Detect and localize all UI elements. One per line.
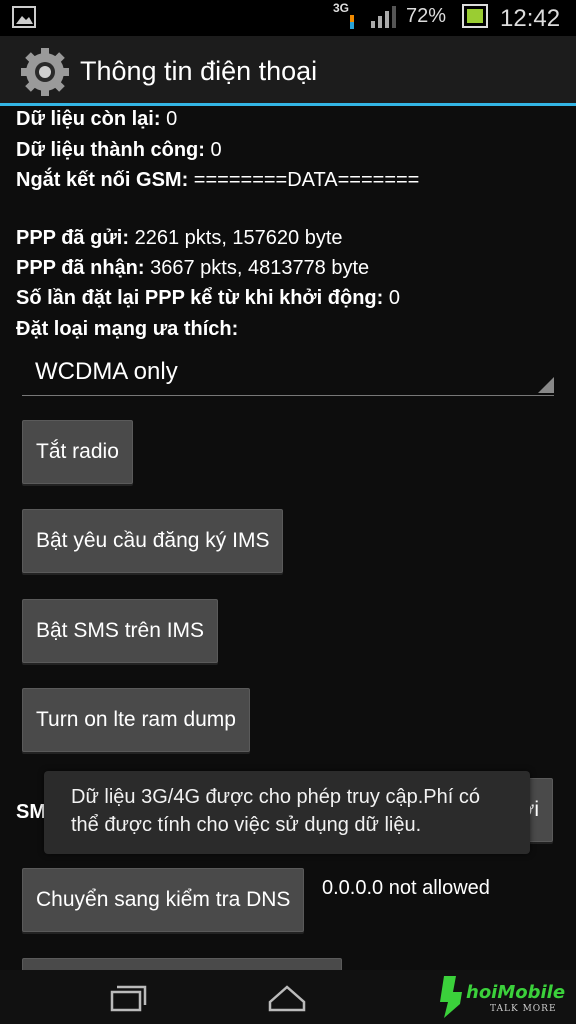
dropdown-arrow-icon bbox=[538, 377, 554, 393]
info-row-ppp-received: PPP đã nhận: 3667 pkts, 4813778 byte bbox=[16, 257, 369, 280]
info-label: PPP đã nhận: bbox=[16, 257, 145, 279]
sms-over-ims-button[interactable]: Bật SMS trên IMS bbox=[22, 599, 219, 663]
spinner-selected-value: WCDMA only bbox=[35, 358, 178, 385]
clock: 12:42 bbox=[500, 5, 561, 32]
radio-toggle-button[interactable]: Tắt radio bbox=[22, 420, 133, 484]
action-bar: Thông tin điện thoại bbox=[0, 36, 576, 106]
info-row-data-success: Dữ liệu thành công: 0 bbox=[16, 139, 222, 162]
preferred-network-spinner[interactable]: WCDMA only bbox=[22, 354, 554, 396]
watermark-tagline: TALK MORE bbox=[490, 1004, 557, 1014]
home-icon[interactable] bbox=[267, 978, 307, 1016]
info-value: 2261 pkts, 157620 byte bbox=[129, 227, 343, 249]
brand-watermark: hoiMobile TALK MORE bbox=[432, 968, 576, 1024]
info-value: 3667 pkts, 4813778 byte bbox=[144, 257, 370, 279]
info-row-data-remaining: Dữ liệu còn lại: 0 bbox=[16, 108, 177, 131]
network-type: 3G bbox=[333, 1, 350, 15]
dns-status-text: 0.0.0.0 not allowed bbox=[322, 877, 490, 899]
info-label: Số lần đặt lại PPP kể từ khi khởi động: bbox=[16, 287, 384, 309]
watermark-brand: hoiMobile bbox=[466, 982, 566, 1003]
info-label: Đặt loại mạng ưa thích: bbox=[16, 318, 239, 340]
lte-ram-dump-button[interactable]: Turn on lte ram dump bbox=[22, 688, 250, 752]
info-value: 0 bbox=[383, 287, 400, 309]
info-label: Ngắt kết nối GSM: bbox=[16, 169, 189, 191]
info-row-gsm-disconnect: Ngắt kết nối GSM: ========DATA======= bbox=[16, 169, 419, 192]
info-value: 0 bbox=[160, 108, 178, 130]
dns-check-button[interactable]: Chuyển sang kiểm tra DNS bbox=[22, 868, 305, 932]
status-bar: 3G 72% 12:42 bbox=[0, 0, 576, 36]
info-label: PPP đã gửi: bbox=[16, 227, 130, 249]
signal-strength-icon bbox=[371, 6, 396, 28]
battery-percent: 72% bbox=[406, 5, 447, 27]
ims-registration-button[interactable]: Bật yêu cầu đăng ký IMS bbox=[22, 509, 284, 573]
battery-icon bbox=[462, 4, 488, 28]
info-row-ppp-resets: Số lần đặt lại PPP kể từ khi khởi động: … bbox=[16, 287, 400, 310]
settings-gear-icon[interactable] bbox=[18, 45, 72, 99]
data-activity-icon bbox=[350, 15, 354, 29]
info-label: Dữ liệu còn lại: bbox=[16, 108, 161, 130]
info-row-ppp-sent: PPP đã gửi: 2261 pkts, 157620 byte bbox=[16, 227, 343, 250]
recent-apps-icon[interactable] bbox=[108, 978, 148, 1016]
toast-message: Dữ liệu 3G/4G được cho phép truy cập.Phí… bbox=[44, 771, 530, 854]
next-button-partial[interactable] bbox=[22, 958, 342, 970]
preferred-network-label: Đặt loại mạng ưa thích: bbox=[16, 318, 238, 341]
info-label: Dữ liệu thành công: bbox=[16, 139, 205, 161]
gallery-notification-icon bbox=[12, 6, 36, 28]
info-value: 0 bbox=[204, 139, 222, 161]
page-title: Thông tin điện thoại bbox=[80, 56, 318, 86]
info-value: ========DATA======= bbox=[188, 169, 420, 191]
